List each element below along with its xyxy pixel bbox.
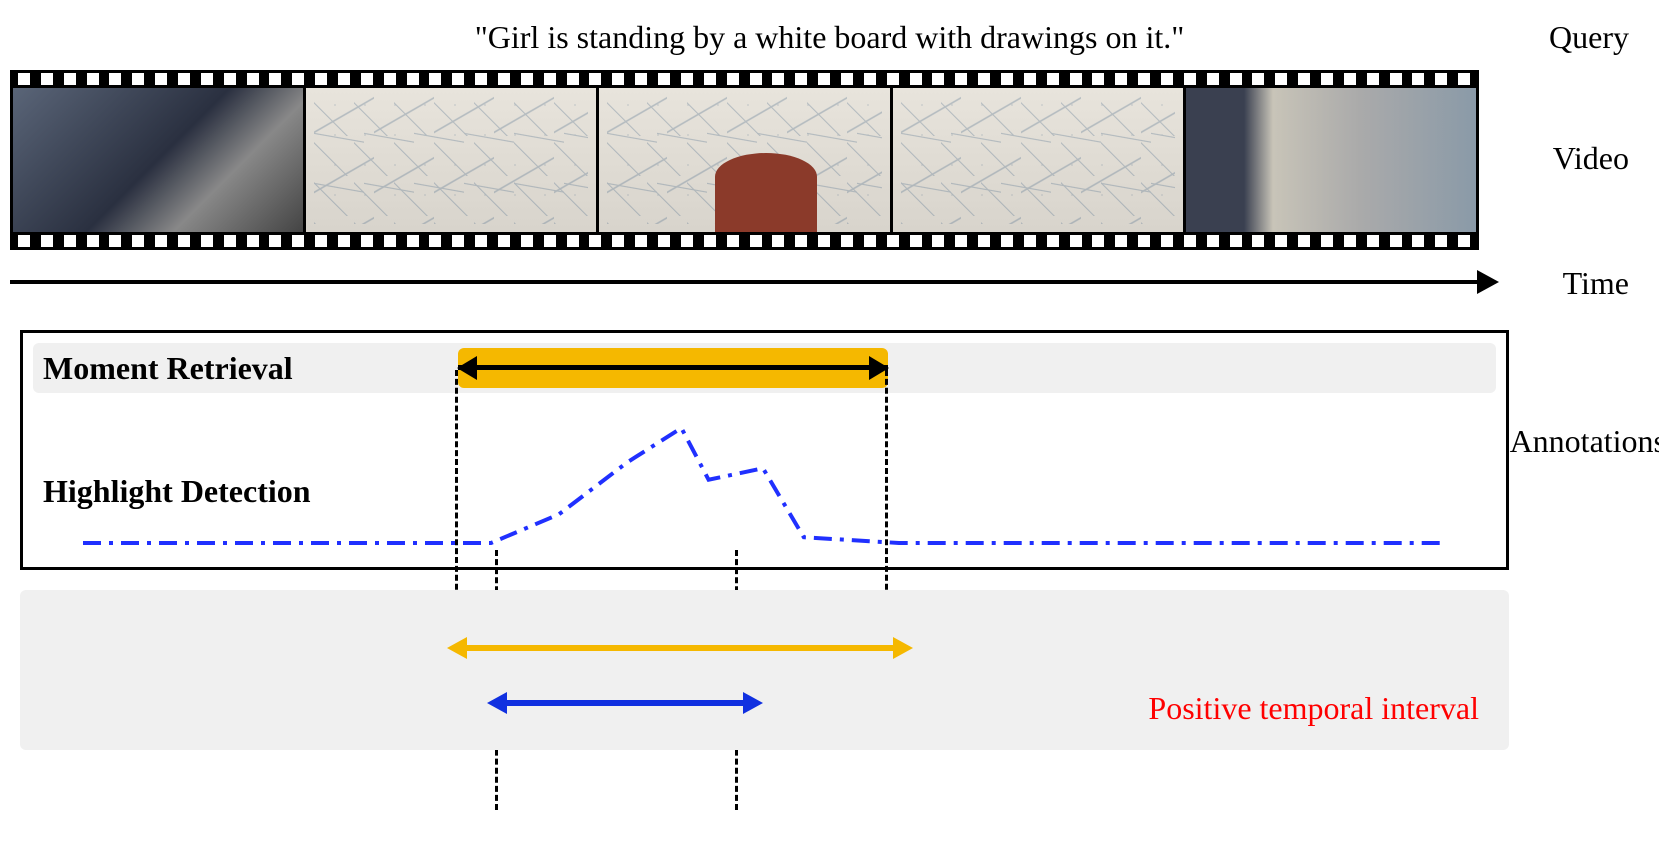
time-axis: Time (0, 270, 1659, 310)
highlight-detection-curve (23, 413, 1503, 563)
sprocket-top (10, 70, 1479, 88)
filmstrip (10, 70, 1479, 250)
positive-interval-label: Positive temporal interval (1148, 690, 1479, 727)
annotations-label: Annotations (1510, 423, 1659, 460)
filmstrip-row: Video (0, 70, 1659, 260)
video-frames (10, 88, 1479, 232)
positive-interval-region: Positive temporal interval (20, 590, 1509, 750)
query-text: "Girl is standing by a white board with … (475, 19, 1185, 56)
frame-5 (1186, 88, 1476, 232)
query-row: "Girl is standing by a white board with … (0, 15, 1659, 60)
frame-3 (599, 88, 889, 232)
video-label: Video (1553, 140, 1629, 177)
frame-4 (893, 88, 1183, 232)
blue-interval-arrow-icon (505, 700, 745, 706)
frame-2 (306, 88, 596, 232)
time-label: Time (1563, 265, 1629, 302)
moment-retrieval-title: Moment Retrieval (43, 350, 293, 387)
sprocket-bottom (10, 232, 1479, 250)
yellow-interval-arrow-icon (465, 645, 895, 651)
annotations-box: Moment Retrieval Highlight Detection Ann… (20, 330, 1509, 570)
figure-container: "Girl is standing by a white board with … (0, 0, 1659, 847)
query-label: Query (1549, 19, 1629, 56)
time-arrow-icon (10, 280, 1479, 284)
moment-retrieval-arrow-icon (458, 365, 888, 370)
frame-1 (13, 88, 303, 232)
moment-retrieval-row: Moment Retrieval (33, 343, 1496, 393)
